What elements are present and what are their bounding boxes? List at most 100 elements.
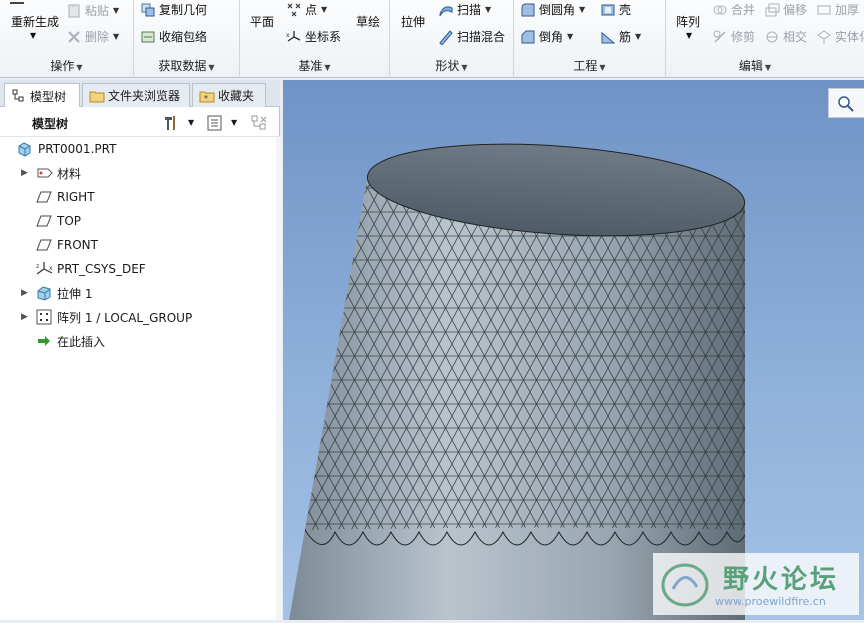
group-operations: 重新生成 ▼ 粘贴 ▼ 删除 ▼ 操作 ▼ bbox=[0, 0, 134, 78]
tab-favorites-label: 收藏夹 bbox=[218, 89, 255, 103]
chamfer-icon bbox=[520, 29, 536, 45]
tree-item-label: TOP bbox=[57, 214, 82, 228]
trim-button[interactable]: 修剪 bbox=[712, 28, 755, 45]
tree-item-label: PRT0001.PRT bbox=[38, 142, 117, 156]
material-icon bbox=[36, 165, 53, 181]
extrude-label: 拉伸 bbox=[401, 15, 426, 29]
pattern-band bbox=[304, 180, 745, 546]
chevron-down-icon: ▼ bbox=[324, 63, 331, 72]
tree-item-material[interactable]: ▶ 材料 bbox=[0, 162, 276, 184]
graphics-viewport[interactable] bbox=[283, 80, 864, 620]
round-button[interactable]: 倒圆角 ▼ bbox=[520, 1, 585, 18]
intersect-button[interactable]: 相交 bbox=[764, 28, 807, 45]
tree-item-pattern[interactable]: ▶ 阵列 1 / LOCAL_GROUP bbox=[0, 306, 276, 328]
chamfer-button[interactable]: 倒角 ▼ bbox=[520, 28, 573, 45]
sweep-button[interactable]: 扫描 ▼ bbox=[438, 1, 491, 18]
tree-item-extrude[interactable]: ▶ 拉伸 1 bbox=[0, 282, 276, 304]
copy-geometry-button[interactable]: 复制几何 bbox=[140, 1, 207, 18]
model-render[interactable] bbox=[283, 80, 864, 620]
watermark-title: 野火论坛 bbox=[723, 565, 840, 595]
tree-item-part[interactable]: PRT0001.PRT bbox=[0, 138, 276, 160]
shell-button[interactable]: 壳 bbox=[600, 1, 631, 18]
model-tree-icon bbox=[11, 88, 27, 104]
watermark-url: www.proewildfire.cn bbox=[715, 595, 826, 608]
solidify-button[interactable]: 实体化 bbox=[816, 28, 864, 45]
sketch-button[interactable]: 草绘 bbox=[356, 13, 380, 30]
shell-icon bbox=[600, 2, 616, 18]
swept-blend-button[interactable]: 扫描混合 bbox=[438, 28, 505, 46]
model-tree-panel: 模型树 ▼ ▼ PRT0001.PRT ▶ 材料 RIGHT TOP FRONT… bbox=[0, 107, 280, 620]
svg-text:*: * bbox=[204, 94, 208, 103]
chamfer-dropdown-icon: ▼ bbox=[567, 32, 574, 41]
regenerate-label: 重新生成 bbox=[11, 15, 60, 29]
sweep-dropdown-icon: ▼ bbox=[485, 5, 492, 14]
point-icon bbox=[286, 2, 302, 18]
tree-item-right-plane[interactable]: RIGHT bbox=[0, 186, 276, 208]
expand-arrow-icon[interactable]: ▶ bbox=[21, 312, 28, 322]
expand-arrow-icon[interactable]: ▶ bbox=[21, 288, 28, 298]
csys-icon: x bbox=[286, 29, 302, 45]
model-tree-header: 模型树 ▼ ▼ bbox=[0, 107, 280, 137]
group-label-editing[interactable]: 编辑 ▼ bbox=[646, 57, 864, 74]
tree-item-label: 在此插入 bbox=[57, 334, 106, 349]
delete-button[interactable]: 删除 ▼ bbox=[66, 28, 119, 45]
view-search-button[interactable] bbox=[828, 88, 864, 118]
offset-button[interactable]: 偏移 bbox=[764, 1, 807, 18]
chevron-down-icon: ▼ bbox=[764, 63, 772, 72]
group-label-shapes[interactable]: 形状 ▼ bbox=[390, 57, 513, 74]
csys-label: 坐标系 bbox=[305, 30, 342, 44]
csys-icon: zx bbox=[36, 261, 53, 277]
tab-folder-browser[interactable]: 文件夹浏览器 bbox=[82, 83, 190, 107]
round-label: 倒圆角 bbox=[539, 3, 576, 17]
plane-label: 平面 bbox=[250, 15, 275, 29]
group-label-get-data[interactable]: 获取数据 ▼ bbox=[134, 57, 239, 74]
tab-model-tree[interactable]: 模型树 bbox=[4, 83, 80, 108]
watermark-logo-icon bbox=[659, 559, 711, 612]
pattern-dropdown[interactable]: ▼ bbox=[686, 31, 692, 40]
plane-button[interactable]: 平面 bbox=[250, 13, 274, 30]
panel-tabs: 模型树 文件夹浏览器 * 收藏夹 bbox=[0, 80, 280, 108]
settings-dropdown-icon[interactable]: ▼ bbox=[231, 118, 237, 127]
settings-list-icon[interactable] bbox=[206, 114, 222, 131]
tree-item-front-plane[interactable]: FRONT bbox=[0, 234, 276, 256]
group-label-engineering[interactable]: 工程 ▼ bbox=[514, 57, 665, 74]
regenerate-dropdown[interactable]: ▼ bbox=[30, 31, 36, 40]
shrinkwrap-button[interactable]: 收缩包络 bbox=[140, 28, 207, 45]
csys-button[interactable]: x 坐标系 bbox=[286, 28, 341, 45]
delete-dropdown-icon: ▼ bbox=[113, 32, 120, 41]
part-icon bbox=[16, 141, 32, 157]
panel-scrollbar[interactable] bbox=[276, 137, 282, 620]
show-filter-icon[interactable] bbox=[250, 114, 267, 130]
watermark: 野火论坛 www.proewildfire.cn bbox=[653, 553, 859, 615]
point-button[interactable]: 点 ▼ bbox=[286, 1, 327, 18]
paste-button[interactable]: 粘贴 ▼ bbox=[66, 2, 119, 19]
merge-button[interactable]: 合并 bbox=[712, 1, 755, 18]
svg-text:x: x bbox=[286, 32, 290, 39]
tab-favorites[interactable]: * 收藏夹 bbox=[192, 83, 266, 107]
round-icon bbox=[520, 2, 536, 18]
thicken-label: 加厚 bbox=[835, 3, 860, 17]
tree-item-csys[interactable]: zx PRT_CSYS_DEF bbox=[0, 258, 276, 280]
thicken-icon bbox=[816, 2, 832, 18]
regenerate-icon bbox=[10, 2, 24, 8]
tools-dropdown-icon[interactable]: ▼ bbox=[188, 118, 194, 127]
tree-item-top-plane[interactable]: TOP bbox=[0, 210, 276, 232]
delete-label: 删除 bbox=[85, 30, 110, 44]
tree-item-label: FRONT bbox=[57, 238, 98, 252]
solidify-label: 实体化 bbox=[835, 30, 864, 44]
expand-arrow-icon[interactable]: ▶ bbox=[21, 168, 28, 178]
paste-dropdown-icon: ▼ bbox=[113, 6, 120, 15]
shrinkwrap-label: 收缩包络 bbox=[159, 30, 208, 44]
search-icon bbox=[837, 95, 854, 112]
rib-button[interactable]: 筋 ▼ bbox=[600, 28, 641, 45]
tools-icon[interactable] bbox=[162, 114, 178, 130]
group-label-datum[interactable]: 基准 ▼ bbox=[240, 57, 389, 74]
group-label-operations[interactable]: 操作 ▼ bbox=[0, 57, 133, 74]
extrude-button[interactable]: 拉伸 bbox=[401, 13, 425, 30]
sketch-label: 草绘 bbox=[356, 15, 381, 29]
thicken-button[interactable]: 加厚 bbox=[816, 1, 859, 18]
tree-item-insert-here[interactable]: 在此插入 bbox=[0, 330, 276, 352]
regenerate-button[interactable]: 重新生成 bbox=[11, 13, 59, 30]
shell-label: 壳 bbox=[619, 3, 632, 17]
pattern-button[interactable]: 阵列 bbox=[676, 13, 700, 30]
